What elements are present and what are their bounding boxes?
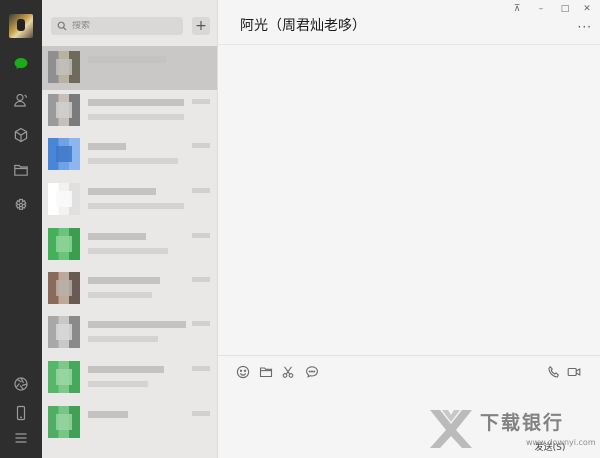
conversation-time-blurred	[192, 99, 210, 104]
conversation-item[interactable]	[42, 178, 217, 222]
conversation-list: +	[42, 0, 218, 458]
conversation-time-blurred	[192, 143, 210, 148]
conversation-preview-blurred	[88, 114, 184, 120]
conversation-avatar	[48, 138, 80, 170]
close-button[interactable]: ✕	[580, 2, 594, 16]
conversation-avatar	[48, 406, 80, 438]
conversation-item[interactable]	[42, 223, 217, 267]
conversation-name-blurred	[88, 366, 164, 373]
conversation-preview-blurred	[88, 248, 168, 254]
conversation-name-blurred	[88, 188, 156, 195]
video-call-icon[interactable]	[566, 364, 582, 380]
conversation-avatar	[48, 316, 80, 348]
chat-title: 阿光（周君灿老哆）	[240, 18, 366, 34]
message-input[interactable]	[218, 386, 600, 436]
conversation-name-blurred	[88, 321, 186, 328]
conversation-avatar	[48, 361, 80, 393]
conversation-time-blurred	[192, 411, 210, 416]
conversation-preview-blurred	[88, 203, 184, 209]
voice-call-icon[interactable]	[546, 364, 562, 380]
my-avatar[interactable]	[9, 14, 33, 38]
conversation-name-blurred	[88, 277, 160, 284]
conversation-name-blurred	[88, 99, 184, 106]
send-button[interactable]: 发送(S)	[532, 438, 568, 454]
input-divider	[218, 355, 600, 356]
conversation-preview-blurred	[88, 292, 152, 298]
conversation-item[interactable]	[42, 401, 217, 445]
mini-program-icon[interactable]	[11, 195, 31, 215]
search-box[interactable]	[51, 17, 183, 35]
conversation-avatar	[48, 272, 80, 304]
conversation-name-blurred	[88, 56, 166, 63]
conversation-item[interactable]	[42, 267, 217, 311]
conversation-preview-blurred	[88, 158, 178, 164]
maximize-button[interactable]: □	[558, 2, 572, 16]
chat-panel: ⊼ – □ ✕ 阿光（周君灿老哆） ··· 发送(S)	[218, 0, 600, 458]
minimize-button[interactable]: –	[534, 2, 548, 16]
send-file-icon[interactable]	[258, 364, 274, 380]
conversation-name-blurred	[88, 233, 146, 240]
conversation-avatar	[48, 183, 80, 215]
plus-icon: +	[195, 18, 207, 34]
search-icon	[57, 21, 67, 31]
conversation-name-blurred	[88, 411, 128, 418]
conversation-item[interactable]	[42, 89, 217, 133]
conversation-avatar	[48, 51, 80, 83]
nav-rail	[0, 0, 42, 458]
add-chat-button[interactable]: +	[192, 17, 210, 35]
conversation-time-blurred	[192, 366, 210, 371]
conversation-avatar	[48, 228, 80, 260]
conversation-avatar	[48, 94, 80, 126]
more-options-button[interactable]: ···	[578, 20, 592, 34]
pin-window-icon[interactable]: ⊼	[510, 2, 524, 16]
conversation-item[interactable]	[42, 311, 217, 355]
chat-history-icon[interactable]	[304, 364, 320, 380]
conversation-item[interactable]	[42, 46, 217, 90]
phone-device-icon[interactable]	[11, 403, 31, 423]
chat-bubble-icon[interactable]	[11, 54, 31, 74]
conversation-time-blurred	[192, 277, 210, 282]
scissors-icon[interactable]	[280, 364, 296, 380]
contacts-icon[interactable]	[11, 90, 31, 110]
conversation-item[interactable]	[42, 133, 217, 177]
conversation-preview-blurred	[88, 381, 148, 387]
hamburger-menu-icon[interactable]	[11, 428, 31, 448]
emoji-icon[interactable]	[235, 364, 251, 380]
aperture-icon[interactable]	[11, 374, 31, 394]
conversation-item[interactable]	[42, 356, 217, 400]
conversation-preview-blurred	[88, 336, 158, 342]
conversation-name-blurred	[88, 143, 126, 150]
folder-icon[interactable]	[11, 160, 31, 180]
message-area	[218, 45, 600, 355]
search-input[interactable]	[72, 21, 182, 31]
conversation-time-blurred	[192, 233, 210, 238]
cube-icon[interactable]	[11, 125, 31, 145]
conversation-time-blurred	[192, 188, 210, 193]
conversation-time-blurred	[192, 321, 210, 326]
